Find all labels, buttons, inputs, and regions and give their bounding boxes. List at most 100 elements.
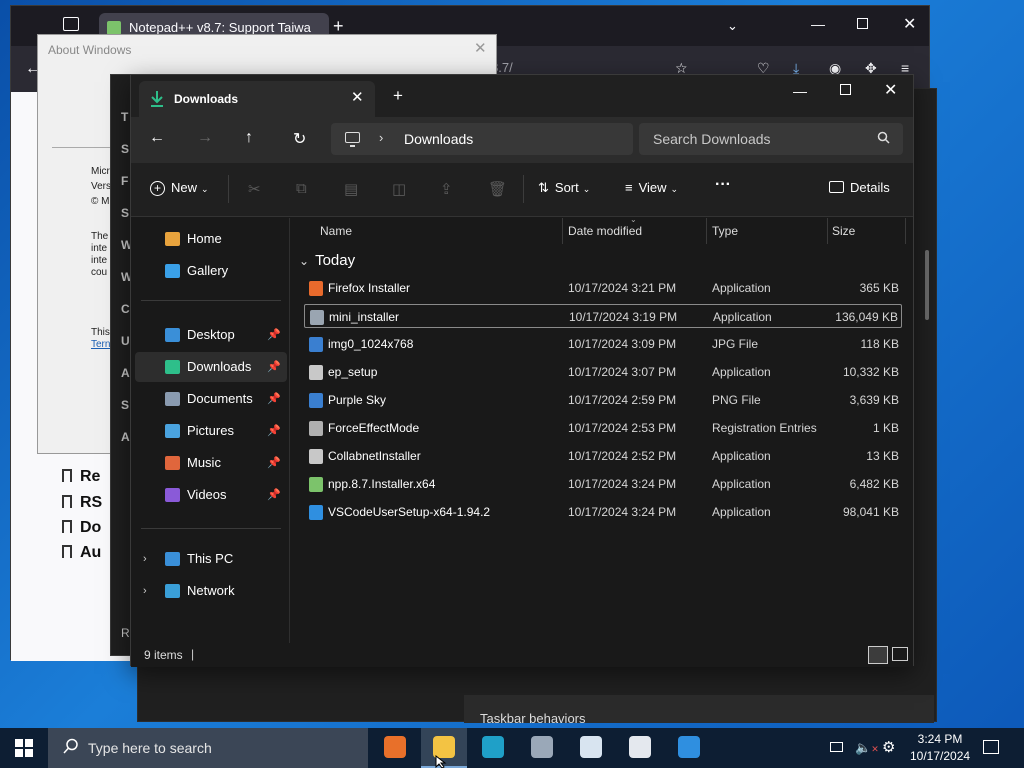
tab-close-icon[interactable]: ✕	[351, 88, 364, 106]
search-input[interactable]: Search Downloads	[653, 131, 771, 147]
search-icon	[62, 737, 80, 760]
column-header-size[interactable]: Size	[832, 224, 855, 238]
pin-icon[interactable]: 📌	[267, 384, 281, 414]
taskbar-app-firefox[interactable]	[372, 728, 418, 768]
copy-icon[interactable]: ⧉	[296, 180, 307, 197]
cut-icon[interactable]: ✂	[248, 180, 261, 198]
license-terms-link[interactable]: Tern	[91, 339, 110, 350]
browser-scrollbar[interactable]	[925, 250, 929, 320]
rename-icon[interactable]: ◫	[392, 180, 406, 198]
column-separator[interactable]	[706, 218, 707, 244]
file-row[interactable]: Firefox Installer 10/17/2024 3:21 PM Appli…	[304, 276, 902, 300]
chevron-down-icon: ⌄	[201, 184, 209, 194]
taskbar-search-box[interactable]: Type here to search	[48, 728, 368, 768]
browser-minimize-button[interactable]: —	[811, 16, 825, 32]
explorer-tab[interactable]: Downloads ✕	[139, 81, 375, 117]
settings-section-title[interactable]: Taskbar behaviors	[480, 711, 586, 726]
more-options-button[interactable]: ···	[715, 176, 731, 194]
file-row[interactable]: ForceEffectMode 10/17/2024 2:53 PM Registr…	[304, 416, 902, 440]
start-button[interactable]	[15, 739, 33, 757]
details-button[interactable]: Details	[829, 180, 890, 195]
breadcrumb-chevron-icon[interactable]: ›	[379, 130, 383, 145]
details-view-toggle[interactable]	[868, 646, 888, 664]
pin-icon[interactable]: 📌	[267, 480, 281, 510]
search-box[interactable]: Search Downloads	[639, 123, 903, 155]
file-row[interactable]: CollabnetInstaller 10/17/2024 2:52 PM Appl…	[304, 444, 902, 468]
column-separator[interactable]	[905, 218, 906, 244]
bookmark-item[interactable]: RS	[62, 494, 102, 512]
file-type: Registration Entries	[712, 421, 817, 435]
explorer-title-bar: Downloads ✕ + — ✕	[131, 75, 913, 117]
refresh-icon[interactable]: ↻	[293, 129, 306, 149]
file-row[interactable]: ep_setup 10/17/2024 3:07 PM Application 10,…	[304, 360, 902, 384]
pin-icon[interactable]: 📌	[267, 448, 281, 478]
sidebar-item-music[interactable]: Music 📌	[135, 448, 287, 478]
column-separator[interactable]	[562, 218, 563, 244]
new-tab-button[interactable]: +	[393, 87, 403, 104]
taskbar-app-notepad[interactable]	[617, 728, 663, 768]
sidebar-item-pictures[interactable]: Pictures 📌	[135, 416, 287, 446]
delete-icon[interactable]: 🗑	[488, 180, 507, 198]
paste-icon[interactable]: ▤	[344, 180, 358, 198]
explorer-nav-bar: ← → ↑ ↻ › Downloads Search Downloads	[131, 117, 913, 163]
share-icon[interactable]: ⇪	[440, 180, 453, 198]
file-row[interactable]: VSCodeUserSetup-x64-1.94.2 10/17/2024 3:2…	[304, 500, 902, 524]
tab-overview-icon[interactable]	[63, 17, 79, 31]
bookmark-item[interactable]: Au	[62, 544, 101, 562]
taskbar-app-edge[interactable]	[470, 728, 516, 768]
sidebar-item-network[interactable]: › Network	[135, 576, 287, 606]
expand-chevron-icon[interactable]: ›	[143, 576, 147, 606]
column-header-name[interactable]: Name	[320, 224, 352, 238]
clock-date: 10/17/2024	[910, 749, 971, 763]
browser-maximize-button[interactable]	[857, 18, 868, 29]
file-row[interactable]: Purple Sky 10/17/2024 2:59 PM PNG File 3,63…	[304, 388, 902, 412]
explorer-close-button[interactable]: ✕	[884, 80, 897, 100]
breadcrumb-downloads[interactable]: Downloads	[404, 131, 473, 147]
sidebar-item-desktop[interactable]: Desktop 📌	[135, 320, 287, 350]
pane-divider[interactable]	[289, 218, 290, 643]
sidebar-item-this-pc[interactable]: › This PC	[135, 544, 287, 574]
file-size: 98,041 KB	[842, 505, 899, 519]
address-bar[interactable]: › Downloads	[331, 123, 633, 155]
settings-tray-icon[interactable]: ⚙	[882, 738, 895, 756]
tab-list-chevron-icon[interactable]: ⌄	[727, 18, 738, 34]
column-header-type[interactable]: Type	[712, 224, 738, 238]
bookmark-item[interactable]: Do	[62, 519, 101, 537]
network-tray-icon[interactable]	[830, 740, 843, 755]
about-close-button[interactable]: ✕	[474, 39, 487, 57]
taskbar-app-window-app[interactable]	[568, 728, 614, 768]
pin-icon[interactable]: 📌	[267, 320, 281, 350]
forward-arrow-icon[interactable]: →	[197, 129, 213, 147]
sidebar-item-gallery[interactable]: Gallery	[135, 256, 287, 286]
new-button[interactable]: + New ⌄	[150, 180, 209, 196]
sidebar-item-downloads[interactable]: Downloads 📌	[135, 352, 287, 382]
column-separator[interactable]	[827, 218, 828, 244]
up-arrow-icon[interactable]: ↑	[245, 129, 253, 147]
notepad-menu-letter: C	[121, 302, 130, 316]
taskbar-app-settings[interactable]	[519, 728, 565, 768]
view-button[interactable]: ≡ View ⌄	[625, 180, 678, 195]
tiles-view-toggle[interactable]	[892, 647, 908, 661]
group-header-today[interactable]: ⌄ Today	[299, 252, 355, 269]
pin-icon[interactable]: 📌	[267, 416, 281, 446]
sidebar-item-home[interactable]: Home	[135, 224, 287, 254]
sort-button[interactable]: ⇅ Sort ⌄	[538, 180, 590, 196]
back-arrow-icon[interactable]: ←	[149, 129, 165, 147]
column-header-date[interactable]: Date modified	[568, 224, 642, 238]
sidebar-item-documents[interactable]: Documents 📌	[135, 384, 287, 414]
notification-center-icon[interactable]	[983, 740, 999, 754]
pin-icon[interactable]: 📌	[267, 352, 281, 382]
bookmark-item[interactable]: Re	[62, 468, 100, 486]
explorer-maximize-button[interactable]	[840, 84, 851, 95]
file-row[interactable]: img0_1024x768 10/17/2024 3:09 PM JPG File 1…	[304, 332, 902, 356]
clock[interactable]: 3:24 PM 10/17/2024	[910, 731, 970, 765]
expand-chevron-icon[interactable]: ›	[143, 544, 147, 574]
taskbar-search-input[interactable]: Type here to search	[88, 740, 212, 756]
taskbar-app-vscode[interactable]	[666, 728, 712, 768]
volume-muted-icon[interactable]: 🔈✕	[855, 740, 879, 756]
browser-close-button[interactable]: ✕	[903, 14, 916, 34]
file-row[interactable]: npp.8.7.Installer.x64 10/17/2024 3:24 PM A…	[304, 472, 902, 496]
file-row[interactable]: mini_installer 10/17/2024 3:19 PM Applicat…	[304, 304, 902, 328]
explorer-minimize-button[interactable]: —	[793, 83, 807, 99]
sidebar-item-videos[interactable]: Videos 📌	[135, 480, 287, 510]
